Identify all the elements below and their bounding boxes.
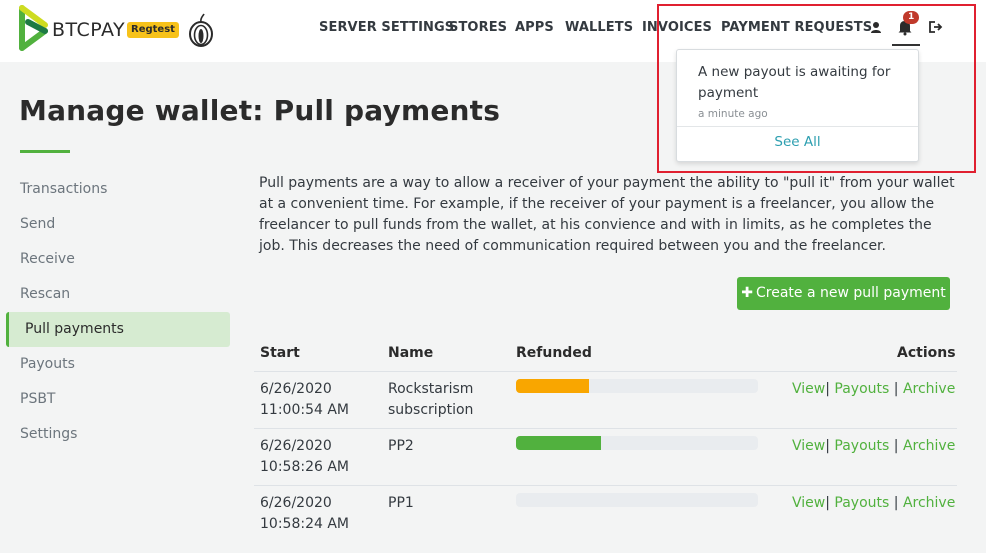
- see-all-link[interactable]: See All: [677, 134, 918, 150]
- action-separator: |: [825, 381, 830, 397]
- payouts-link[interactable]: Payouts: [834, 438, 889, 454]
- archive-link[interactable]: Archive: [903, 495, 955, 511]
- view-link[interactable]: View: [792, 438, 825, 454]
- view-link[interactable]: View: [792, 495, 825, 511]
- archive-link[interactable]: Archive: [903, 381, 955, 397]
- sidebar-item-label-active[interactable]: Pull payments: [25, 321, 124, 337]
- brand-name: BTCPAY: [52, 19, 126, 41]
- action-separator: |: [893, 438, 899, 454]
- sidebar-item-receive[interactable]: Receive: [20, 251, 75, 267]
- btcpay-logo[interactable]: [18, 5, 50, 51]
- row-actions: View| Payouts | Archive: [792, 381, 955, 397]
- sidebar-item-payouts[interactable]: Payouts: [20, 356, 75, 372]
- refunded-progress-fill: [516, 436, 601, 450]
- view-link[interactable]: View: [792, 381, 825, 397]
- column-header-start: Start: [260, 345, 300, 361]
- nav-stores[interactable]: STORES: [449, 20, 507, 35]
- nav-server-settings[interactable]: SERVER SETTINGS: [319, 20, 454, 35]
- action-separator: |: [825, 495, 830, 511]
- pull-payments-description: Pull payments are a way to allow a recei…: [259, 175, 955, 254]
- create-pull-payment-button[interactable]: ✚ Create a new pull payment: [737, 277, 950, 310]
- sidebar-item-send[interactable]: Send: [20, 216, 55, 232]
- column-header-name: Name: [388, 345, 434, 361]
- tor-onion-icon: [189, 13, 213, 47]
- row-name: Rockstarism subscription: [388, 381, 474, 418]
- row-date: 6/26/2020: [260, 495, 332, 511]
- nav-apps[interactable]: APPS: [515, 20, 554, 35]
- title-underline: [20, 150, 70, 153]
- env-badge: Regtest: [127, 22, 179, 38]
- notification-dropdown: A new payout is awaiting for payment a m…: [676, 49, 919, 162]
- row-actions: View| Payouts | Archive: [792, 438, 955, 454]
- sidebar-item-settings[interactable]: Settings: [20, 426, 77, 442]
- notification-time: a minute ago: [698, 108, 768, 120]
- action-separator: |: [893, 381, 899, 397]
- row-time: 11:00:54 AM: [260, 402, 349, 418]
- row-divider: [254, 485, 957, 486]
- action-separator: |: [825, 438, 830, 454]
- action-separator: |: [893, 495, 899, 511]
- archive-link[interactable]: Archive: [903, 438, 955, 454]
- refunded-progress-fill: [516, 379, 589, 393]
- row-time: 10:58:24 AM: [260, 516, 349, 532]
- row-time: 10:58:26 AM: [260, 459, 349, 475]
- sidebar-item-rescan[interactable]: Rescan: [20, 286, 70, 302]
- divider: [677, 126, 918, 127]
- column-header-refunded: Refunded: [516, 345, 592, 361]
- row-date: 6/26/2020: [260, 438, 332, 454]
- payouts-link[interactable]: Payouts: [834, 495, 889, 511]
- row-actions: View| Payouts | Archive: [792, 495, 955, 511]
- plus-icon: ✚: [741, 285, 753, 301]
- row-divider: [254, 428, 957, 429]
- refunded-progress-bar: [516, 436, 758, 450]
- row-divider: [254, 371, 957, 372]
- nav-wallets[interactable]: WALLETS: [565, 20, 633, 35]
- create-button-label: Create a new pull payment: [755, 285, 946, 301]
- row-name: PP1: [388, 495, 414, 511]
- refunded-progress-bar: [516, 493, 758, 507]
- notification-message[interactable]: A new payout is awaiting for payment: [698, 62, 903, 104]
- row-date: 6/26/2020: [260, 381, 332, 397]
- payouts-link[interactable]: Payouts: [834, 381, 889, 397]
- refunded-progress-bar: [516, 379, 758, 393]
- page-title: Manage wallet: Pull payments: [19, 94, 501, 127]
- row-name: PP2: [388, 438, 414, 454]
- sidebar-item-psbt[interactable]: PSBT: [20, 391, 56, 407]
- column-header-actions: Actions: [897, 345, 956, 361]
- sidebar-item-transactions[interactable]: Transactions: [20, 181, 107, 197]
